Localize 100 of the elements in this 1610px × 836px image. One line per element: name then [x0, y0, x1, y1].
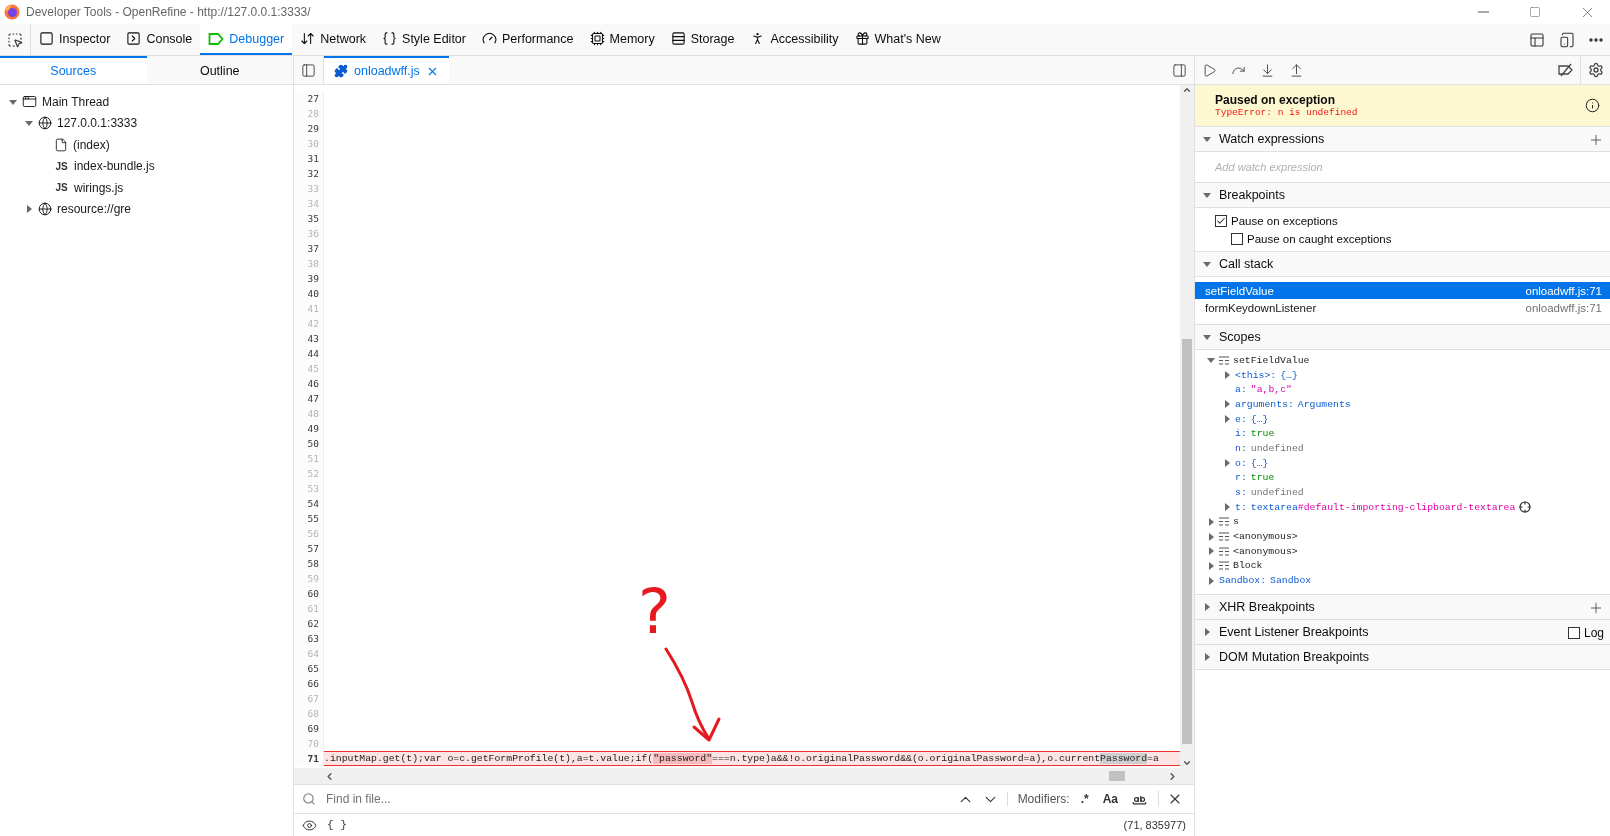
- scope-icon: [1219, 532, 1229, 542]
- disclosure-arrow-icon[interactable]: [1207, 561, 1215, 570]
- variable-name: o:: [1235, 457, 1247, 469]
- minimize-icon: [1477, 11, 1489, 13]
- variable-value: true: [1250, 428, 1275, 440]
- source-tree-item[interactable]: wirings.js: [74, 180, 124, 195]
- regex-toggle[interactable]: .*: [1077, 792, 1092, 806]
- disclosure-arrow-icon[interactable]: [1203, 628, 1211, 636]
- disclosure-arrow-icon[interactable]: [1203, 260, 1211, 268]
- window-title: Developer Tools - OpenRefine - http://127.0.0.1:3333/: [26, 5, 312, 19]
- disclosure-arrow-icon[interactable]: [1223, 415, 1231, 424]
- source-tree-item[interactable]: resource://gre: [57, 202, 132, 217]
- rows-icon: [670, 31, 686, 46]
- devtools-tab[interactable]: Storage: [662, 24, 743, 55]
- scope-name[interactable]: <anonymous>: [1233, 545, 1298, 557]
- pretty-print-button[interactable]: { }: [327, 819, 347, 831]
- devtools-tab[interactable]: Console: [118, 24, 201, 55]
- checkbox[interactable]: [1215, 215, 1227, 227]
- devtools-tab[interactable]: Accessibility: [742, 24, 847, 55]
- source-tree-item[interactable]: (index): [73, 137, 110, 152]
- disclosure-arrow-icon[interactable]: [1203, 653, 1211, 661]
- panel-tab[interactable]: Sources: [0, 56, 147, 84]
- disclosure-arrow-icon[interactable]: [1207, 532, 1215, 541]
- disclosure-arrow-icon[interactable]: [1207, 576, 1215, 585]
- devtools-tab[interactable]: Debugger: [200, 24, 293, 55]
- window-icon: [22, 94, 37, 110]
- source-tree-item[interactable]: Main Thread: [42, 94, 110, 109]
- disclosure-arrow-icon[interactable]: [1207, 517, 1215, 526]
- arrow-down-to-line-icon: [1260, 62, 1275, 78]
- call-stack-frame[interactable]: formKeydownListener onloadwff.js:71: [1195, 299, 1610, 316]
- square-icon: [39, 31, 54, 46]
- globe-icon: [38, 116, 52, 131]
- variable-value: {…}: [1250, 457, 1269, 469]
- variable-name: arguments:: [1235, 398, 1294, 410]
- panel-left-icon: [301, 62, 316, 78]
- vertical-scrollbar[interactable]: [1180, 85, 1194, 768]
- section-header[interactable]: XHR Breakpoints: [1195, 595, 1610, 620]
- variable-name: r:: [1235, 472, 1247, 484]
- panel-tab[interactable]: Outline: [146, 56, 293, 84]
- eye-icon[interactable]: [302, 817, 317, 833]
- devtools-tab[interactable]: Performance: [473, 24, 582, 55]
- disclosure-arrow-icon[interactable]: [9, 97, 17, 106]
- scroll-up-icon[interactable]: [1182, 85, 1192, 95]
- frame-name: formKeydownListener: [1205, 301, 1318, 314]
- scope-name[interactable]: Block: [1233, 560, 1263, 572]
- disclosure-arrow-icon[interactable]: [1203, 603, 1211, 611]
- scope-name[interactable]: s: [1233, 516, 1239, 528]
- variable-value: "a,b,c": [1250, 384, 1292, 396]
- devtools-tab[interactable]: What's New: [846, 24, 949, 55]
- disclosure-arrow-icon[interactable]: [1203, 191, 1211, 199]
- checkbox[interactable]: [1231, 233, 1243, 245]
- section-header[interactable]: Call stack: [1195, 252, 1610, 277]
- option-label: Pause on caught exceptions: [1247, 233, 1392, 245]
- section-header[interactable]: Scopes: [1195, 325, 1610, 350]
- match-case-toggle[interactable]: Aa: [1099, 792, 1121, 806]
- disclosure-arrow-icon[interactable]: [1223, 459, 1231, 468]
- disclosure-arrow-icon[interactable]: [1207, 547, 1215, 556]
- source-tree-item[interactable]: index-bundle.js: [74, 159, 155, 174]
- source-tree-item[interactable]: 127.0.0.1:3333: [57, 116, 138, 131]
- frame-location: onloadwff.js:71: [1525, 284, 1602, 297]
- horizontal-scrollbar[interactable]: [294, 768, 1194, 784]
- layout-icon: [1529, 31, 1545, 48]
- devtools-tab[interactable]: Memory: [581, 24, 663, 55]
- devtools-tab[interactable]: Style Editor: [374, 24, 474, 55]
- disclosure-arrow-icon[interactable]: [1203, 135, 1211, 143]
- scroll-right-icon[interactable]: [1167, 770, 1178, 782]
- scope-icon: [1219, 561, 1229, 571]
- braces-icon: [382, 31, 398, 46]
- devtools-tab[interactable]: Network: [292, 24, 375, 55]
- option-label: Pause on exceptions: [1231, 215, 1338, 227]
- disclosure-arrow-icon[interactable]: [1223, 503, 1231, 512]
- variable-value: Sandbox: [1270, 575, 1312, 587]
- variable-value: Arguments: [1297, 398, 1351, 410]
- scope-icon: [1219, 517, 1229, 527]
- section-header[interactable]: Watch expressions: [1195, 127, 1610, 152]
- disclosure-arrow-icon[interactable]: [1207, 356, 1215, 365]
- scope-name[interactable]: setFieldValue: [1233, 354, 1310, 366]
- variable-value: {…}: [1250, 413, 1269, 425]
- disclosure-arrow-icon[interactable]: [25, 205, 33, 214]
- scrollbar-thumb[interactable]: [1109, 771, 1125, 781]
- devtools-tab[interactable]: Inspector: [31, 24, 119, 55]
- disclosure-arrow-icon[interactable]: [1203, 333, 1211, 341]
- crosshair-icon[interactable]: [1519, 501, 1532, 514]
- variable-name: Sandbox:: [1219, 575, 1267, 587]
- scope-name[interactable]: <anonymous>: [1233, 531, 1298, 543]
- variable-name: t:: [1235, 501, 1247, 513]
- section-header[interactable]: Breakpoints: [1195, 183, 1610, 208]
- disclosure-arrow-icon[interactable]: [25, 119, 33, 128]
- disclosure-arrow-icon[interactable]: [1223, 371, 1231, 380]
- call-stack-frame[interactable]: setFieldValue onloadwff.js:71: [1195, 282, 1610, 299]
- variable-name: e:: [1235, 413, 1247, 425]
- maximize-icon: [1529, 6, 1541, 18]
- source-tab[interactable]: onloadwff.js: [324, 56, 449, 84]
- section-header[interactable]: DOM Mutation Breakpoints: [1195, 645, 1610, 670]
- scrollbar-thumb[interactable]: [1182, 339, 1192, 744]
- info-icon[interactable]: [1585, 98, 1600, 113]
- scroll-down-icon[interactable]: [1182, 758, 1192, 768]
- question-mark: ?: [638, 581, 671, 643]
- disclosure-arrow-icon[interactable]: [1223, 400, 1231, 409]
- variable-value: undefined: [1250, 442, 1304, 454]
